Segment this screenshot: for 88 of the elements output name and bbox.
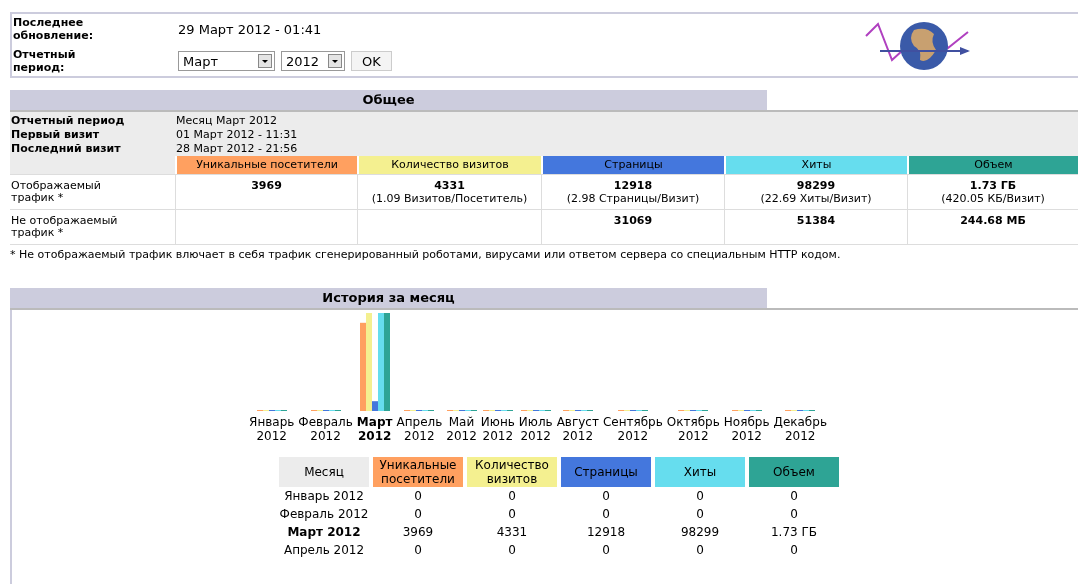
month-label: Апрель: [396, 415, 443, 429]
stat-value: 12918: [613, 179, 653, 192]
year-label: 2012: [446, 429, 477, 443]
column-header: Хиты: [655, 457, 745, 487]
table-cell-text: 0: [789, 542, 799, 559]
column-header: Объем: [749, 457, 839, 487]
year-label: 2012: [562, 429, 594, 443]
month-label: Июнь: [480, 415, 515, 429]
table-cell-text: 3969: [401, 524, 435, 541]
column-header: Страницы: [561, 457, 651, 487]
month-label: Август: [556, 415, 599, 429]
table-cell-text: 0: [413, 542, 423, 559]
stat-ratio: (2.98 Страницы/Визит): [566, 192, 700, 205]
table-cell-text: 98299: [679, 524, 721, 541]
info-value: 01 Март 2012 - 11:31: [176, 128, 298, 142]
stat-value: 1.73 ГБ: [969, 179, 1017, 192]
table-cell-text: 4331: [495, 524, 529, 541]
period-label: Отчетный период:: [13, 48, 77, 74]
month-label: Март: [356, 415, 393, 429]
month-label: Февраль: [298, 415, 353, 429]
column-header: Уникальные посетители: [373, 457, 463, 487]
table-cell-text: 0: [413, 506, 423, 523]
year-label: 2012: [678, 429, 709, 443]
year-select[interactable]: 2012: [281, 51, 345, 71]
year-label: 2012: [520, 429, 551, 443]
column-header: Количество визитов: [357, 156, 541, 174]
month-label: Январь: [249, 415, 295, 429]
month-cell-text: Февраль 2012: [279, 506, 369, 523]
info-label: Отчетный период: [11, 114, 126, 128]
section-title: Общее: [10, 90, 767, 110]
year-label: 2012: [617, 429, 649, 443]
footnote: * Не отображаемый трафик влючает в себя трафик сгенерированный роботами, вирусами или ответом сервера со специальным HTTP кодом.: [10, 247, 842, 261]
table-cell-text: 0: [695, 542, 705, 559]
table-cell-text: 1.73 ГБ: [769, 524, 819, 541]
month-label: Октябрь: [666, 415, 720, 429]
year-label: 2012: [256, 429, 287, 443]
info-label: Последний визит: [11, 142, 122, 156]
stat-value: 3969: [251, 179, 282, 192]
month-select[interactable]: Март: [178, 51, 275, 71]
table-cell-text: 0: [695, 506, 705, 523]
row-label: Не отображаемый трафик *: [11, 215, 119, 239]
section-title: История за месяц: [10, 288, 767, 308]
ok-button[interactable]: OK: [351, 51, 392, 71]
table-cell-text: 0: [601, 488, 611, 505]
month-label: Май: [448, 415, 475, 429]
month-cell-text: Апрель 2012: [282, 542, 366, 559]
month-cell-text: Март 2012: [286, 524, 362, 541]
year-label: 2012: [404, 429, 435, 443]
info-value: Месяц Март 2012: [176, 114, 278, 128]
stat-value: 98299: [796, 179, 836, 192]
info-value: 28 Март 2012 - 21:56: [176, 142, 298, 156]
stat-value: 4331: [434, 179, 465, 192]
column-header: Месяц: [279, 457, 369, 487]
table-cell-text: 0: [507, 506, 517, 523]
table-cell-text: 12918: [585, 524, 627, 541]
row-label: Отображаемый трафик *: [11, 180, 102, 204]
table-cell-text: 0: [413, 488, 423, 505]
column-header: Страницы: [541, 156, 724, 174]
column-header: Уникальные посетители: [175, 156, 357, 174]
month-label: Ноябрь: [723, 415, 770, 429]
stat-ratio: (22.69 Хиты/Визит): [760, 192, 872, 205]
stat-value: 31069: [613, 214, 653, 227]
month-cell-text: Январь 2012: [283, 488, 365, 505]
last-update-value: 29 Март 2012 - 01:41: [178, 21, 322, 37]
stat-value: 244.68 МБ: [960, 214, 1026, 227]
table-cell-text: 0: [789, 488, 799, 505]
last-update-label: Последнее обновление:: [13, 16, 95, 42]
table-cell-text: 0: [695, 488, 705, 505]
year-label: 2012: [310, 429, 341, 443]
table-cell-text: 0: [507, 488, 517, 505]
month-label: Декабрь: [773, 415, 827, 429]
stat-ratio: (1.09 Визитов/Посетитель): [371, 192, 528, 205]
column-header: Хиты: [724, 156, 907, 174]
year-label: 2012: [357, 429, 392, 443]
year-label: 2012: [731, 429, 762, 443]
column-header: Объем: [907, 156, 1078, 174]
table-cell-text: 0: [601, 506, 611, 523]
year-label: 2012: [482, 429, 514, 443]
month-label: Сентябрь: [602, 415, 663, 429]
year-label: 2012: [784, 429, 816, 443]
column-header: Количество визитов: [467, 457, 557, 487]
info-label: Первый визит: [11, 128, 101, 142]
stat-ratio: (420.05 КБ/Визит): [941, 192, 1045, 205]
table-cell-text: 0: [789, 506, 799, 523]
table-cell-text: 0: [601, 542, 611, 559]
table-cell-text: 0: [507, 542, 517, 559]
month-label: Июль: [518, 415, 553, 429]
stat-value: 51384: [796, 214, 836, 227]
